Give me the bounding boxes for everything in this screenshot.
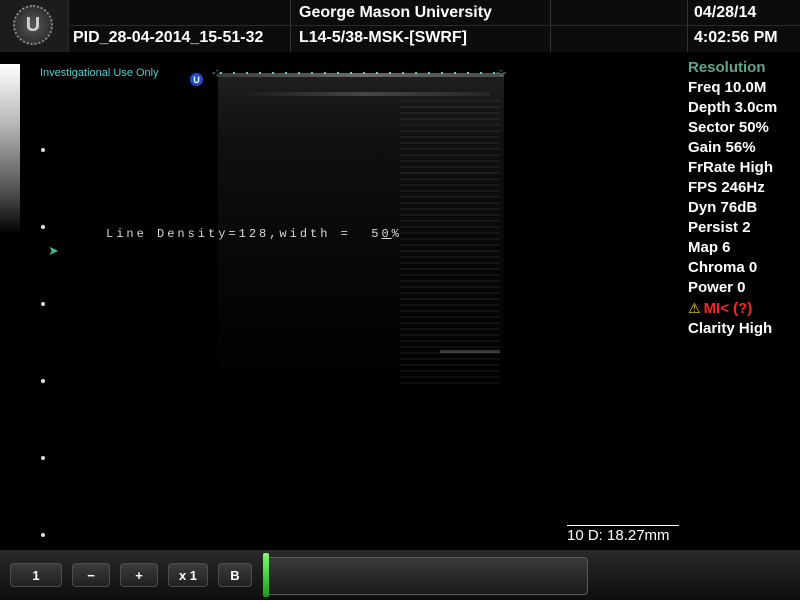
probe-orientation-icon: U: [190, 73, 203, 86]
ultrasound-logo-icon[interactable]: U: [13, 5, 53, 45]
cine-slider-track[interactable]: [264, 557, 588, 595]
param-chroma: Chroma 0: [688, 259, 758, 276]
increment-button[interactable]: +: [120, 563, 158, 587]
mi-warning-text: MI< (?): [703, 300, 753, 317]
distance-measurement: 10 D: 18.27mm: [567, 525, 679, 544]
param-power: Power 0: [688, 279, 746, 296]
line-density-digit: 0: [381, 227, 392, 241]
tissue-speckle: [400, 100, 500, 385]
depth-marker: [41, 456, 45, 460]
depth-marker: [41, 148, 45, 152]
depth-marker: [41, 533, 45, 537]
param-gain: Gain 56%: [688, 139, 756, 156]
line-density-text: Line Density=128,width = 5: [106, 227, 382, 241]
focus-arrow-icon[interactable]: ➤: [48, 243, 59, 259]
header-divider: [687, 0, 688, 52]
imaging-parameters: Resolution Freq 10.0M Depth 3.0cm Sector…: [688, 58, 800, 339]
depth-marker: [41, 302, 45, 306]
param-dynamic-range: Dyn 76dB: [688, 199, 758, 216]
param-persist: Persist 2: [688, 219, 751, 236]
tissue-echo: [440, 350, 500, 353]
tissue-echo: [240, 92, 490, 96]
param-depth: Depth 3.0cm: [688, 99, 778, 116]
focus-dot-line: [220, 72, 504, 74]
caliper-left-icon[interactable]: -:-: [212, 67, 222, 79]
b-mode-button[interactable]: B: [218, 563, 252, 587]
header-divider: [290, 0, 291, 52]
depth-marker: [41, 225, 45, 229]
param-clarity: Clarity High: [688, 320, 773, 337]
probe-preset: L14-5/38-MSK-[SWRF]: [299, 29, 468, 46]
cine-slider-thumb[interactable]: [263, 553, 269, 597]
zoom-button[interactable]: x 1: [168, 563, 208, 587]
exam-time: 4:02:56 PM: [694, 29, 778, 46]
line-density-readout: Line Density=128,width = 50%: [106, 227, 402, 241]
param-map: Map 6: [688, 239, 731, 256]
header-divider: [68, 25, 800, 26]
investigational-label: Investigational Use Only: [40, 67, 159, 79]
cine-frame-button[interactable]: 1: [10, 563, 62, 587]
param-fps: FPS 246Hz: [688, 179, 765, 196]
header-divider: [550, 0, 551, 52]
caliper-right-icon[interactable]: -:-: [496, 67, 506, 79]
param-frequency: Freq 10.0M: [688, 79, 767, 96]
patient-id: PID_28-04-2014_15-51-32: [73, 29, 264, 46]
preset-title[interactable]: Resolution: [688, 58, 800, 78]
warning-triangle-icon: ⚠: [688, 300, 701, 316]
decrement-button[interactable]: −: [72, 563, 110, 587]
depth-marker: [41, 379, 45, 383]
institution-name: George Mason University: [299, 4, 492, 21]
grayscale-bar: [0, 64, 20, 234]
mi-warning: ⚠ MI< (?): [688, 298, 800, 319]
header-bar: U George Mason University PID_28-04-2014…: [0, 0, 800, 52]
param-sector: Sector 50%: [688, 119, 769, 136]
param-frame-rate: FrRate High: [688, 159, 774, 176]
line-density-unit: %: [391, 227, 402, 241]
logo-area: U: [0, 0, 69, 52]
exam-date: 04/28/14: [694, 4, 757, 21]
